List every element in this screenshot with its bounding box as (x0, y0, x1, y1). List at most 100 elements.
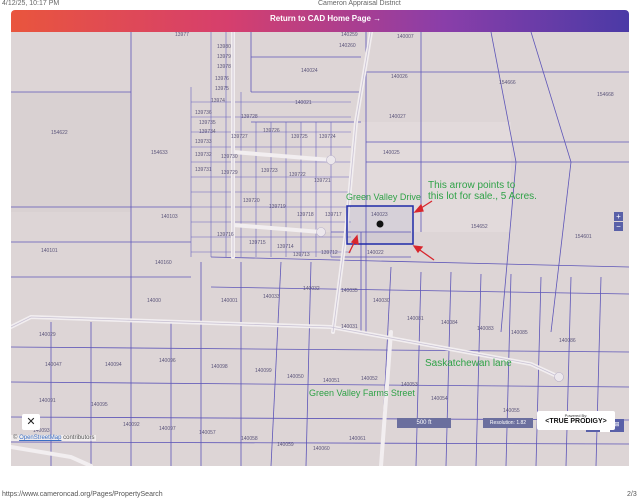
parcel-label: 139730 (221, 154, 238, 160)
parcel-label: 140007 (397, 34, 414, 40)
page-url: https://www.cameroncad.org/Pages/Propert… (2, 491, 163, 498)
parcel-label: 140030 (373, 298, 390, 304)
parcel-label: 139731 (195, 167, 212, 173)
parcel-label: 139729 (221, 170, 238, 176)
parcel-label: 140260 (339, 43, 356, 49)
parcel-label: 13974 (211, 98, 225, 104)
parcel-label: 140025 (383, 150, 400, 156)
parcel-label: 140021 (295, 100, 312, 106)
page-number: 2/3 (627, 491, 637, 498)
parcel-label: 139723 (261, 168, 278, 174)
print-date: 4/12/25, 10:17 PM (2, 0, 60, 7)
parcel-label: 13975 (215, 86, 229, 92)
parcel-label: 14000 (147, 298, 161, 304)
parcel-label: 140086 (559, 338, 576, 344)
print-header: 4/12/25, 10:17 PM Cameron Appraisal Dist… (0, 0, 640, 10)
parcel-label: 139720 (243, 198, 260, 204)
parcel-label: 140096 (159, 358, 176, 364)
parcel-label: 154601 (575, 234, 592, 240)
parcel-label: 139716 (217, 232, 234, 238)
parcel-label: 140031 (341, 324, 358, 330)
parcel-label: 139726 (263, 128, 280, 134)
tools-icon[interactable]: ✕ (22, 414, 40, 430)
sale-arrow-note: This arrow points to this lot for sale.,… (428, 180, 537, 202)
print-footer: https://www.cameroncad.org/Pages/Propert… (0, 489, 640, 500)
parcel-label: 140095 (91, 402, 108, 408)
green-valley-drive-note: Green Valley Drive (346, 192, 421, 202)
parcel-label: 140024 (301, 68, 318, 74)
parcel-label: 140023 (371, 212, 388, 218)
parcel-label: 140051 (323, 378, 340, 384)
parcel-label: 139736 (195, 110, 212, 116)
parcel-label: 139735 (199, 120, 216, 126)
parcel-label: 140050 (287, 374, 304, 380)
parcel-label: 139732 (195, 152, 212, 158)
map-attribution: © OpenStreetMap contributors (11, 435, 97, 441)
selected-lot-marker (376, 220, 384, 228)
parcel-label: 139713 (293, 252, 310, 258)
return-home-link[interactable]: Return to CAD Home Page → (270, 14, 381, 23)
parcel-label: 139719 (269, 204, 286, 210)
powered-by-badge[interactable]: Powered By: <TRUE PRODIGY> (537, 411, 615, 430)
parcel-label: 139718 (297, 212, 314, 218)
parcel-label: 140097 (159, 426, 176, 432)
parcel-label: 140047 (45, 362, 62, 368)
parcel-label: 140032 (303, 286, 320, 292)
parcel-label: 140101 (41, 248, 58, 254)
parcel-label: 140055 (503, 408, 520, 414)
parcel-label: 154633 (151, 150, 168, 156)
parcel-map-canvas (11, 32, 629, 466)
parcel-label: 13980 (217, 44, 231, 50)
parcel-label: 140085 (511, 330, 528, 336)
parcel-label: 140259 (341, 32, 358, 38)
parcel-label: 140098 (211, 364, 228, 370)
parcel-label: 140054 (431, 396, 448, 402)
attribution-suffix: contributors (61, 435, 95, 441)
parcel-label: 139721 (314, 178, 331, 184)
parcel-label: 140094 (105, 362, 122, 368)
parcel-label: 13978 (217, 64, 231, 70)
parcel-label: 139727 (231, 134, 248, 140)
parcel-label: 140029 (39, 332, 56, 338)
parcel-label: 140059 (277, 442, 294, 448)
parcel-label: 139733 (195, 139, 212, 145)
resolution-badge: Resolution: 1.82 (483, 418, 533, 428)
parcel-label: 140103 (161, 214, 178, 220)
parcel-label: 13976 (215, 76, 229, 82)
parcel-label: 140091 (39, 398, 56, 404)
openstreetmap-link[interactable]: OpenStreetMap (19, 435, 61, 441)
parcel-label: 139725 (291, 134, 308, 140)
parcel-label: 139712 (321, 250, 338, 256)
parcel-label: 140061 (349, 436, 366, 442)
parcel-label: 13979 (217, 54, 231, 60)
zoom-in-button[interactable]: + (614, 212, 623, 221)
parcel-label: 140160 (155, 260, 172, 266)
parcel-label: 140026 (391, 74, 408, 80)
parcel-label: 154622 (51, 130, 68, 136)
parcel-label: 13977 (175, 32, 189, 38)
parcel-label: 140081 (407, 316, 424, 322)
top-banner: Return to CAD Home Page → (11, 10, 629, 32)
scale-bar: 500 ft (397, 418, 451, 428)
parcel-label: 139734 (199, 129, 216, 135)
parcel-label: 140022 (367, 250, 384, 256)
parcel-label: 140083 (477, 326, 494, 332)
parcel-label: 140033 (263, 294, 280, 300)
parcel-label: 140057 (199, 430, 216, 436)
parcel-label: 140052 (361, 376, 378, 382)
parcel-label: 140060 (313, 446, 330, 452)
parcel-label: 139728 (241, 114, 258, 120)
parcel-label: 139724 (319, 134, 336, 140)
parcel-map[interactable]: 13977 13980 13979 13978 13976 13975 1397… (11, 32, 629, 466)
parcel-label: 154652 (471, 224, 488, 230)
parcel-label: 154668 (597, 92, 614, 98)
parcel-label: 140084 (441, 320, 458, 326)
parcel-label: 140092 (123, 422, 140, 428)
true-prodigy-logo: <TRUE PRODIGY> (545, 418, 607, 425)
parcel-label: 140058 (241, 436, 258, 442)
zoom-out-button[interactable]: − (614, 222, 623, 231)
parcel-label: 139714 (277, 244, 294, 250)
parcel-label: 140001 (221, 298, 238, 304)
parcel-label: 140035 (341, 288, 358, 294)
parcel-label: 139715 (249, 240, 266, 246)
